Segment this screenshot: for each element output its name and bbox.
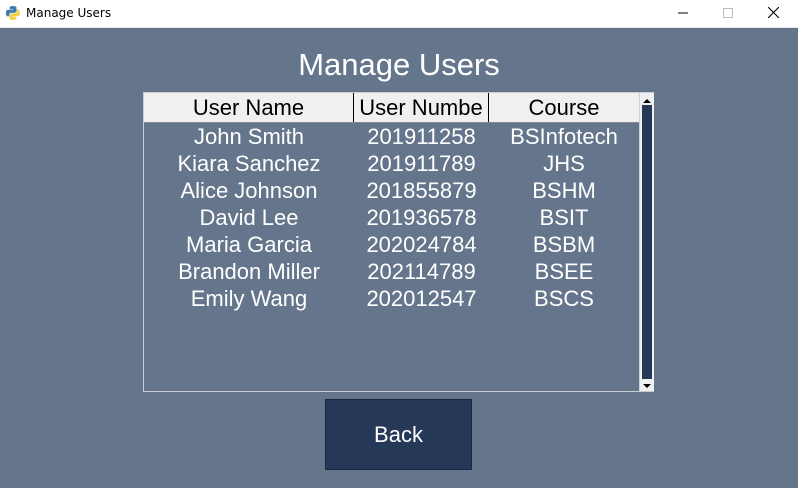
scrollbar-thumb[interactable] bbox=[642, 105, 652, 379]
page-title: Manage Users bbox=[298, 47, 500, 82]
cell-user-number: 202012547 bbox=[366, 286, 477, 311]
minimize-button[interactable] bbox=[660, 0, 706, 27]
cell-course: BSEE bbox=[534, 259, 594, 284]
arrow-down-icon bbox=[643, 376, 651, 394]
cell-user-number: 201911789 bbox=[367, 151, 476, 176]
vertical-scrollbar[interactable] bbox=[639, 93, 654, 391]
table-header: User Name User Numbe Course bbox=[144, 93, 639, 123]
python-icon bbox=[5, 5, 21, 21]
maximize-button[interactable] bbox=[705, 0, 751, 27]
close-icon bbox=[767, 5, 779, 23]
table-row[interactable]: Maria Garcia 202024784 BSBM bbox=[144, 231, 639, 258]
window-title: Manage Users bbox=[26, 6, 112, 20]
cell-user-name: John Smith bbox=[193, 124, 305, 149]
cell-user-name: David Lee bbox=[199, 205, 299, 230]
minimize-icon bbox=[678, 5, 688, 23]
users-table: User Name User Numbe Course John Smith 2… bbox=[143, 92, 654, 392]
cell-course: BSIT bbox=[539, 205, 589, 230]
column-header-course[interactable]: Course bbox=[489, 93, 639, 122]
table-row[interactable]: Brandon Miller 202114789 BSEE bbox=[144, 258, 639, 285]
column-header-user-number[interactable]: User Numbe bbox=[354, 93, 489, 122]
table-row[interactable]: David Lee 201936578 BSIT bbox=[144, 204, 639, 231]
back-button[interactable]: Back bbox=[325, 399, 472, 470]
cell-course: BSCS bbox=[534, 286, 594, 311]
table-row[interactable]: Alice Johnson 201855879 BSHM bbox=[144, 177, 639, 204]
table-row[interactable]: Kiara Sanchez 201911789 JHS bbox=[144, 150, 639, 177]
window-titlebar: Manage Users bbox=[0, 0, 798, 28]
cell-course: BSBM bbox=[532, 232, 596, 257]
cell-user-name: Brandon Miller bbox=[178, 259, 320, 284]
cell-user-number: 202024784 bbox=[366, 232, 477, 257]
cell-user-name: Emily Wang bbox=[190, 286, 308, 311]
column-header-user-name[interactable]: User Name bbox=[144, 93, 354, 122]
close-button[interactable] bbox=[750, 0, 796, 27]
maximize-icon bbox=[723, 5, 733, 23]
table-row[interactable]: John Smith 201911258 BSInfotech bbox=[144, 123, 639, 150]
table-row[interactable]: Emily Wang 202012547 BSCS bbox=[144, 285, 639, 312]
cell-user-name: Alice Johnson bbox=[180, 178, 318, 203]
cell-user-number: 201936578 bbox=[366, 205, 477, 230]
cell-user-number: 201911258 bbox=[367, 124, 476, 149]
cell-user-name: Kiara Sanchez bbox=[177, 151, 321, 176]
cell-user-name: Maria Garcia bbox=[186, 232, 312, 257]
cell-course: BSInfotech bbox=[510, 124, 618, 149]
cell-course: JHS bbox=[543, 151, 585, 176]
cell-course: BSHM bbox=[532, 178, 596, 203]
cell-user-number: 201855879 bbox=[366, 178, 477, 203]
table-body: John Smith 201911258 BSInfotech Kiara Sa… bbox=[144, 123, 639, 312]
scroll-down-button[interactable] bbox=[641, 379, 653, 390]
scroll-up-button[interactable] bbox=[641, 94, 653, 105]
cell-user-number: 202114789 bbox=[367, 259, 476, 284]
